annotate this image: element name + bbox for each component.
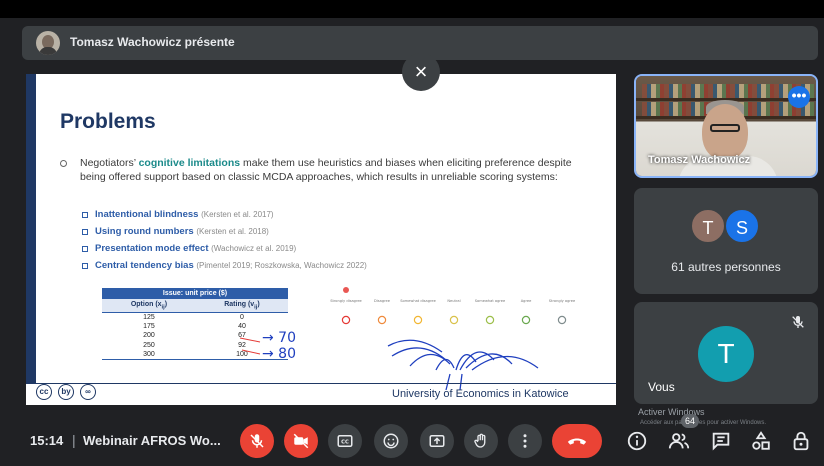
chat-icon xyxy=(712,432,730,451)
likert-scale-sketch: Strongly disagree Disagree Somewhat disagr… xyxy=(330,287,576,391)
col-rating: Rating (vij) xyxy=(195,299,288,313)
col-option: Option (xij) xyxy=(102,299,196,313)
activate-windows-subtitle: Accéder aux paramètres pour activer Wind… xyxy=(640,420,767,426)
scale-label: Strongly agree xyxy=(549,299,576,303)
annotation-70: → 70 xyxy=(262,330,296,346)
present-button[interactable] xyxy=(420,424,454,458)
participant-avatar-t: T xyxy=(690,208,726,244)
people-button[interactable] xyxy=(668,430,690,452)
mic-toggle-button[interactable] xyxy=(240,424,274,458)
captions-icon: CC xyxy=(337,435,353,447)
present-icon xyxy=(429,435,445,447)
mic-off-icon xyxy=(250,434,264,448)
other-participants-tile[interactable]: T S 61 autres personnes xyxy=(634,188,818,294)
bottom-separator: | xyxy=(72,432,76,448)
bullet-text-pre: Negotiators’ xyxy=(80,157,139,169)
chat-button[interactable] xyxy=(710,430,732,452)
scale-option-circle xyxy=(521,315,531,325)
meeting-title: Webinair AFROS Wo... xyxy=(83,433,221,448)
bias-list: Inattentional blindness (Kersten et al. … xyxy=(82,206,367,274)
slide-title: Problems xyxy=(60,110,156,133)
raise-hand-icon xyxy=(474,433,486,448)
tile-more-options-icon[interactable]: ••• xyxy=(788,86,810,108)
meet-window: Tomasz Wachowicz présente Problems Negot… xyxy=(0,0,824,466)
more-options-icon xyxy=(523,434,527,448)
scale-label: Neutral xyxy=(447,299,460,303)
scale-option-circle xyxy=(449,315,459,325)
reactions-button[interactable] xyxy=(374,424,408,458)
leave-call-button[interactable] xyxy=(552,424,602,458)
presenter-avatar xyxy=(36,31,60,55)
table-row: 125 0 xyxy=(143,313,244,321)
host-controls-button[interactable] xyxy=(790,430,812,452)
raise-hand-button[interactable] xyxy=(464,424,498,458)
self-tile[interactable]: T Vous xyxy=(634,302,818,404)
cc-nd-icon: ∞ xyxy=(80,384,96,400)
people-icon xyxy=(668,433,690,449)
slide-footer-university: University of Economics in Katowice xyxy=(392,388,569,400)
scale-label: Somewhat disagree xyxy=(400,299,436,303)
scale-label: Strongly disagree xyxy=(330,299,362,303)
mic-muted-icon xyxy=(792,316,804,328)
emoji-icon xyxy=(383,433,399,449)
cc-icon: cc xyxy=(36,384,52,400)
self-avatar: T xyxy=(698,326,754,382)
shared-slide: Problems Negotiators’ cognitive limitati… xyxy=(26,74,616,405)
info-icon xyxy=(627,431,647,451)
captions-button[interactable]: CC xyxy=(328,424,362,458)
slide-bullet: Negotiators’ cognitive limitations make … xyxy=(60,156,600,184)
scale-label: Disagree xyxy=(374,299,391,303)
meeting-clock: 15:14 xyxy=(30,433,64,448)
svg-text:CC: CC xyxy=(341,439,349,445)
close-presentation-button[interactable]: × xyxy=(402,53,440,91)
bias-item: Using round numbers (Kersten et al. 2018… xyxy=(82,223,367,240)
bias-item: Central tendency bias (Pimentel 2019; Ro… xyxy=(82,257,367,274)
presenter-video-tile[interactable]: Tomasz Wachowicz ••• xyxy=(634,74,818,178)
people-count-badge: 64 xyxy=(681,414,699,428)
hangup-icon xyxy=(567,438,587,445)
table-header: Issue: unit price ($) xyxy=(102,288,288,299)
scale-option-circle xyxy=(413,315,423,325)
laser-pointer-dot xyxy=(343,287,349,293)
bullet-keyword: cognitive limitations xyxy=(138,157,241,169)
scale-option-circle xyxy=(377,315,387,325)
slide-accent-bar xyxy=(26,74,36,384)
camera-toggle-button[interactable] xyxy=(284,424,318,458)
scale-label: Somewhat agree xyxy=(475,299,506,303)
bias-item: Presentation mode effect (Wachowicz et a… xyxy=(82,240,367,257)
more-options-button[interactable] xyxy=(508,424,542,458)
annotation-80: → 80 xyxy=(262,346,296,362)
cc-by-icon: by xyxy=(58,384,74,400)
host-controls-icon xyxy=(793,431,809,451)
activities-icon xyxy=(752,431,770,450)
top-frame xyxy=(0,0,824,18)
presenter-label: Tomasz Wachowicz présente xyxy=(70,35,235,49)
slide-footer-rule xyxy=(26,383,616,384)
scale-option-circle xyxy=(341,315,351,325)
handwritten-annotations: → 70 → 80 xyxy=(239,330,296,362)
scale-option-circle xyxy=(485,315,495,325)
self-label: Vous xyxy=(648,380,675,394)
activities-button[interactable] xyxy=(750,430,772,452)
bias-item: Inattentional blindness (Kersten et al. … xyxy=(82,206,367,223)
meeting-details-button[interactable] xyxy=(626,430,648,452)
participant-avatar-s: S xyxy=(724,208,760,244)
scale-label: Agree xyxy=(521,299,532,303)
camera-off-icon xyxy=(293,433,309,449)
presenter-tile-name: Tomasz Wachowicz xyxy=(648,154,751,166)
others-count-label: 61 autres personnes xyxy=(671,260,781,274)
scale-option-circle xyxy=(557,315,567,325)
